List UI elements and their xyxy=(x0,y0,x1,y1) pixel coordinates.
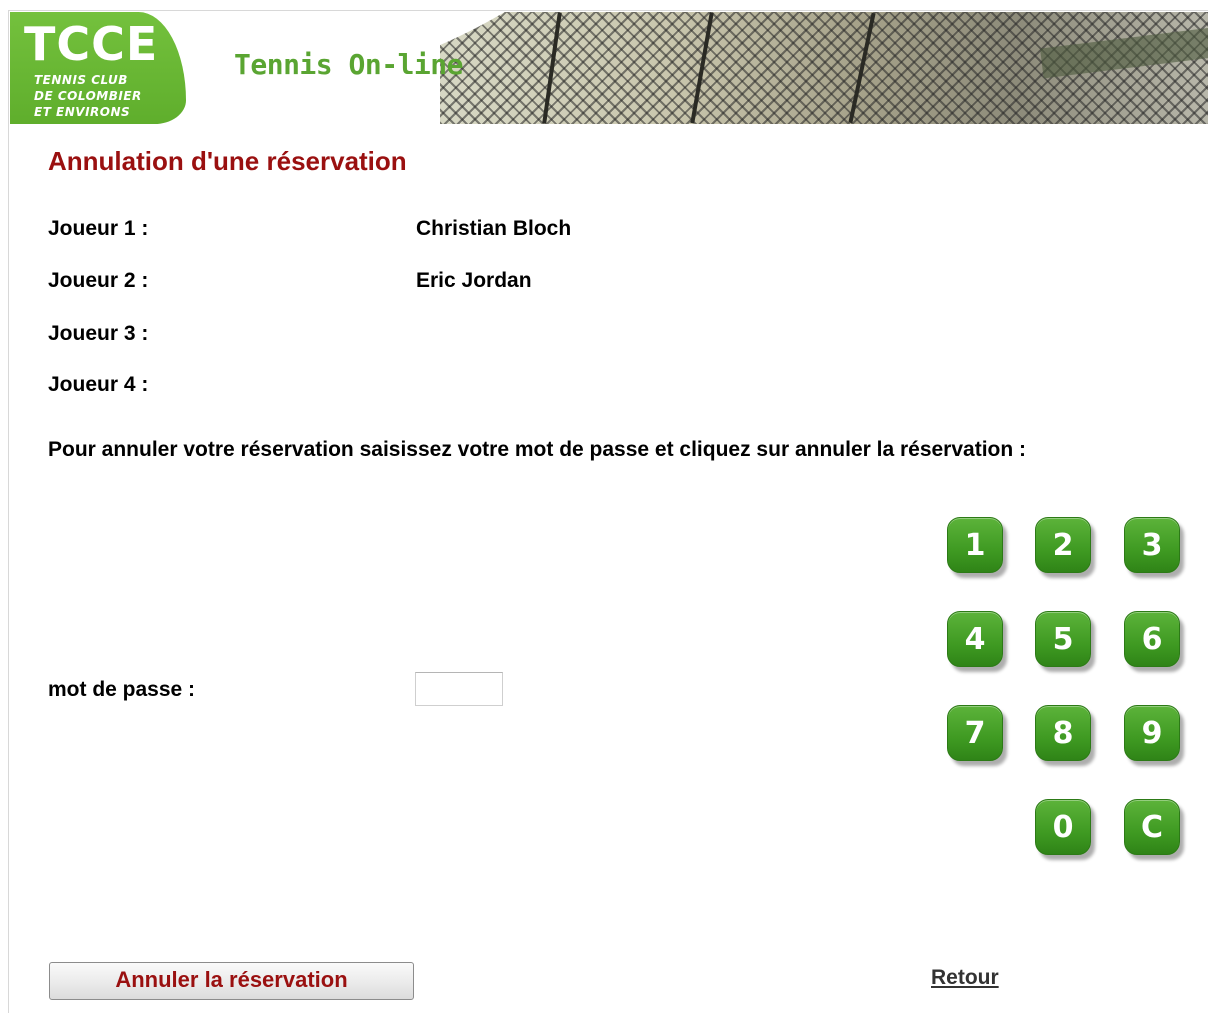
logo-subtitle-line: TENNIS CLUB xyxy=(34,73,128,87)
net-pole xyxy=(542,12,562,124)
header-banner: TCCE TENNIS CLUB DE COLOMBIER ET ENVIRON… xyxy=(10,12,1208,124)
player-4-label: Joueur 4 : xyxy=(48,373,149,396)
password-label: mot de passe : xyxy=(48,678,196,701)
keypad-key-4[interactable]: 4 xyxy=(947,611,1003,667)
net-band xyxy=(1040,12,1208,79)
back-link[interactable]: Retour xyxy=(931,966,999,990)
keypad-key-7[interactable]: 7 xyxy=(947,705,1003,761)
keypad-key-5[interactable]: 5 xyxy=(1035,611,1091,667)
keypad-key-2[interactable]: 2 xyxy=(1035,517,1091,573)
club-logo[interactable]: TCCE TENNIS CLUB DE COLOMBIER ET ENVIRON… xyxy=(10,12,186,124)
password-input[interactable] xyxy=(415,672,503,706)
net-pole xyxy=(690,12,714,124)
player-1-label: Joueur 1 : xyxy=(48,217,149,240)
net-pole xyxy=(848,12,876,124)
keypad-key-8[interactable]: 8 xyxy=(1035,705,1091,761)
keypad-key-0[interactable]: 0 xyxy=(1035,799,1091,855)
keypad-key-9[interactable]: 9 xyxy=(1124,705,1180,761)
logo-subtitle: TENNIS CLUB DE COLOMBIER ET ENVIRONS xyxy=(34,72,142,120)
cancel-instruction: Pour annuler votre réservation saisissez… xyxy=(48,438,1027,461)
player-1-name: Christian Bloch xyxy=(416,217,572,240)
logo-mark: TCCE xyxy=(24,17,159,71)
player-2-name: Eric Jordan xyxy=(416,269,532,292)
keypad-key-6[interactable]: 6 xyxy=(1124,611,1180,667)
logo-subtitle-line: ET ENVIRONS xyxy=(34,105,131,119)
player-2-label: Joueur 2 : xyxy=(48,269,149,292)
keypad-key-3[interactable]: 3 xyxy=(1124,517,1180,573)
cancel-reservation-button[interactable]: Annuler la réservation xyxy=(49,962,414,1000)
banner-photo-tennis-net xyxy=(440,12,1208,124)
app-title: Tennis On-line xyxy=(234,48,464,81)
keypad-key-clear[interactable]: C xyxy=(1124,799,1180,855)
logo-subtitle-line: DE COLOMBIER xyxy=(34,89,142,103)
keypad-key-1[interactable]: 1 xyxy=(947,517,1003,573)
player-3-label: Joueur 3 : xyxy=(48,322,149,345)
page-title: Annulation d'une réservation xyxy=(48,146,407,176)
